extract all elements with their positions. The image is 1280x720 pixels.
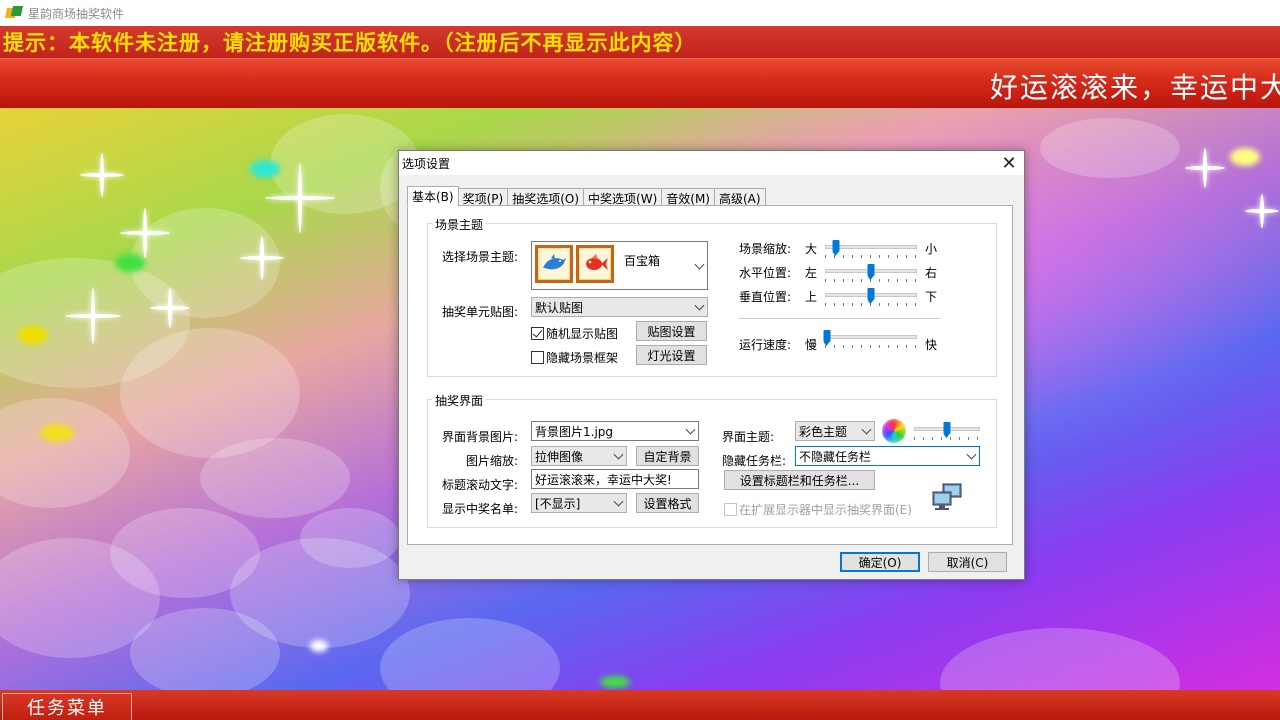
cancel-button[interactable]: 取消(C)	[928, 552, 1007, 572]
chevron-down-icon	[694, 300, 705, 311]
dialog-title: 选项设置	[402, 156, 451, 171]
goldfish-theme-icon	[576, 245, 614, 283]
hide-frame-checkbox-box[interactable]	[531, 351, 544, 364]
scene-scale-min: 大	[805, 242, 818, 256]
ok-button[interactable]: 确定(O)	[840, 552, 920, 572]
hide-taskbar-value: 不隐藏任务栏	[799, 449, 872, 464]
cell-image-value: 默认贴图	[535, 300, 584, 315]
ui-theme-select[interactable]: 彩色主题	[795, 421, 875, 441]
scene-scale-label: 场景缩放:	[739, 242, 792, 256]
custom-background-button[interactable]: 自定背景	[636, 446, 699, 466]
hide-taskbar-label: 隐藏任务栏:	[722, 454, 787, 468]
light-settings-button[interactable]: 灯光设置	[636, 345, 707, 365]
chevron-down-icon	[861, 424, 872, 435]
ui-theme-label: 界面主题:	[722, 430, 775, 444]
hide-taskbar-select[interactable]: 不隐藏任务栏	[795, 446, 980, 466]
scene-theme-group: 场景主题 选择场景主题: 百宝箱 抽奖单元贴图: 默认贴图 随机显示贴图 隐藏场…	[427, 216, 997, 377]
scene-scale-slider[interactable]	[825, 240, 917, 262]
run-speed-label: 运行速度:	[739, 338, 792, 352]
scene-theme-select[interactable]: 百宝箱	[531, 241, 708, 290]
winners-list-select[interactable]: [不显示]	[531, 493, 627, 513]
app-logo-icon	[4, 6, 24, 20]
close-icon[interactable]: ✕	[994, 151, 1024, 175]
scroll-text-value: 好运滚滚来，幸运中大奖!	[535, 472, 672, 487]
select-theme-label: 选择场景主题:	[442, 250, 519, 264]
app-title: 星韵商场抽奖软件	[28, 6, 125, 21]
registration-notice-bar: 提示：本软件未注册，请注册购买正版软件。（注册后不再显示此内容）	[0, 26, 1280, 58]
hide-frame-label: 隐藏场景框架	[546, 351, 619, 365]
dialog-titlebar: 选项设置 ✕	[399, 151, 1024, 175]
run-speed-min: 慢	[805, 338, 818, 352]
scene-theme-group-title: 场景主题	[432, 216, 487, 233]
basic-tab-panel: 场景主题 选择场景主题: 百宝箱 抽奖单元贴图: 默认贴图 随机显示贴图 隐藏场…	[407, 205, 1013, 545]
task-menu-button[interactable]: 任务菜单	[2, 693, 132, 720]
image-scale-select[interactable]: 拉伸图像	[531, 446, 627, 466]
chevron-down-icon	[685, 424, 696, 435]
horizontal-pos-min: 左	[805, 266, 818, 280]
horizontal-pos-label: 水平位置:	[739, 266, 792, 280]
set-format-button[interactable]: 设置格式	[636, 493, 699, 513]
slider-thumb[interactable]	[867, 288, 875, 304]
tab-basic[interactable]: 基本(B)	[407, 186, 459, 207]
cell-image-select[interactable]: 默认贴图	[531, 297, 708, 317]
set-titlebar-taskbar-button[interactable]: 设置标题栏和任务栏...	[724, 470, 875, 490]
chevron-down-icon	[613, 449, 624, 460]
theme-color-slider[interactable]	[914, 422, 980, 444]
marquee-banner: 好运滚滚来，幸运中大	[0, 58, 1280, 108]
chevron-down-icon	[613, 496, 624, 507]
ui-theme-value: 彩色主题	[799, 424, 848, 439]
vertical-pos-max: 下	[925, 290, 938, 304]
slider-thumb[interactable]	[832, 240, 840, 256]
color-wheel-icon[interactable]	[882, 419, 906, 443]
registration-notice-text: 提示：本软件未注册，请注册购买正版软件。（注册后不再显示此内容）	[3, 31, 697, 55]
slider-divider	[739, 318, 940, 319]
tab-strip: 基本(B) 奖项(P) 抽奖选项(O) 中奖选项(W) 音效(M) 高级(A)	[407, 186, 766, 207]
image-scale-value: 拉伸图像	[535, 449, 584, 464]
slider-thumb[interactable]	[943, 422, 951, 438]
slider-ticks	[825, 345, 917, 348]
random-show-label: 随机显示贴图	[546, 327, 619, 341]
scene-theme-value: 百宝箱	[624, 254, 661, 268]
extend-display-checkbox-box[interactable]	[724, 503, 737, 516]
horizontal-pos-slider[interactable]	[825, 264, 917, 286]
bg-image-label: 界面背景图片:	[442, 430, 519, 444]
chevron-down-icon	[966, 449, 977, 460]
winners-list-label: 显示中奖名单:	[442, 502, 519, 516]
lottery-ui-group: 抽奖界面 界面背景图片: 背景图片1.jpg 图片缩放: 拉伸图像 自定背景 标…	[427, 392, 997, 528]
options-dialog: 选项设置 ✕ 基本(B) 奖项(P) 抽奖选项(O) 中奖选项(W) 音效(M)…	[398, 150, 1025, 580]
scroll-text-input[interactable]: 好运滚滚来，幸运中大奖!	[531, 469, 699, 489]
app-titlebar: 星韵商场抽奖软件	[0, 0, 1280, 26]
dolphin-theme-icon	[535, 245, 573, 283]
vertical-pos-label: 垂直位置:	[739, 290, 792, 304]
run-speed-max: 快	[925, 338, 938, 352]
monitors-icon	[932, 483, 962, 510]
bg-image-select[interactable]: 背景图片1.jpg	[531, 421, 699, 441]
extend-display-label: 在扩展显示器中显示抽奖界面(E)	[739, 503, 912, 517]
random-show-checkbox-box[interactable]	[531, 327, 544, 340]
texture-settings-button[interactable]: 贴图设置	[636, 321, 707, 341]
bg-image-value: 背景图片1.jpg	[535, 424, 614, 439]
winners-list-value: [不显示]	[535, 496, 581, 511]
cell-image-label: 抽奖单元贴图:	[442, 305, 519, 319]
scene-scale-max: 小	[925, 242, 938, 256]
slider-thumb[interactable]	[867, 264, 875, 280]
extend-display-checkbox[interactable]: 在扩展显示器中显示抽奖界面(E)	[724, 501, 912, 518]
random-show-checkbox[interactable]: 随机显示贴图	[531, 325, 618, 342]
chevron-down-icon	[694, 259, 705, 270]
run-speed-slider[interactable]	[823, 330, 917, 352]
slider-ticks	[825, 255, 917, 258]
bottom-taskbar: 任务菜单	[0, 690, 1280, 720]
vertical-pos-min: 上	[805, 290, 818, 304]
slider-thumb[interactable]	[823, 330, 831, 346]
marquee-text: 好运滚滚来，幸运中大	[990, 71, 1280, 104]
lottery-ui-group-title: 抽奖界面	[432, 392, 487, 409]
image-scale-label: 图片缩放:	[466, 454, 519, 468]
slider-track	[825, 335, 917, 339]
hide-frame-checkbox[interactable]: 隐藏场景框架	[531, 349, 618, 366]
vertical-pos-slider[interactable]	[825, 288, 917, 310]
scroll-text-label: 标题滚动文字:	[442, 478, 519, 492]
horizontal-pos-max: 右	[925, 266, 938, 280]
